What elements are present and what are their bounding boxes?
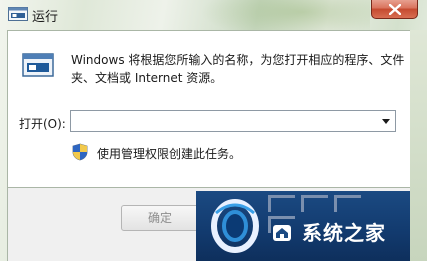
run-program-icon xyxy=(22,53,54,77)
open-combobox[interactable] xyxy=(70,110,396,132)
open-input[interactable] xyxy=(73,112,377,132)
watermark: 系统之家 xyxy=(196,191,427,261)
watermark-logo-icon xyxy=(211,199,259,253)
run-icon xyxy=(8,7,28,21)
close-icon xyxy=(389,4,401,15)
window-title: 运行 xyxy=(32,10,59,25)
dialog-body: Windows 将根据您所输入的名称，为您打开相应的程序、文件夹、文档或 Int… xyxy=(7,30,418,188)
open-label: 打开(O): xyxy=(19,117,66,131)
watermark-cut-text xyxy=(268,195,388,233)
close-button[interactable] xyxy=(371,0,418,19)
uac-shield-icon xyxy=(72,143,88,161)
watermark-text: 系统之家 xyxy=(302,221,386,245)
dialog-description: Windows 将根据您所输入的名称，为您打开相应的程序、文件夹、文档或 Int… xyxy=(71,53,405,85)
ok-button[interactable]: 确定 xyxy=(121,205,199,231)
admin-privilege-note: 使用管理权限创建此任务。 xyxy=(97,147,242,161)
run-dialog-window: 运行 Windows 将根据您所输入的名称，为您打开相应的程序、文件夹、文档或 … xyxy=(0,0,427,261)
chevron-down-icon[interactable] xyxy=(382,119,390,124)
house-icon xyxy=(273,225,291,241)
